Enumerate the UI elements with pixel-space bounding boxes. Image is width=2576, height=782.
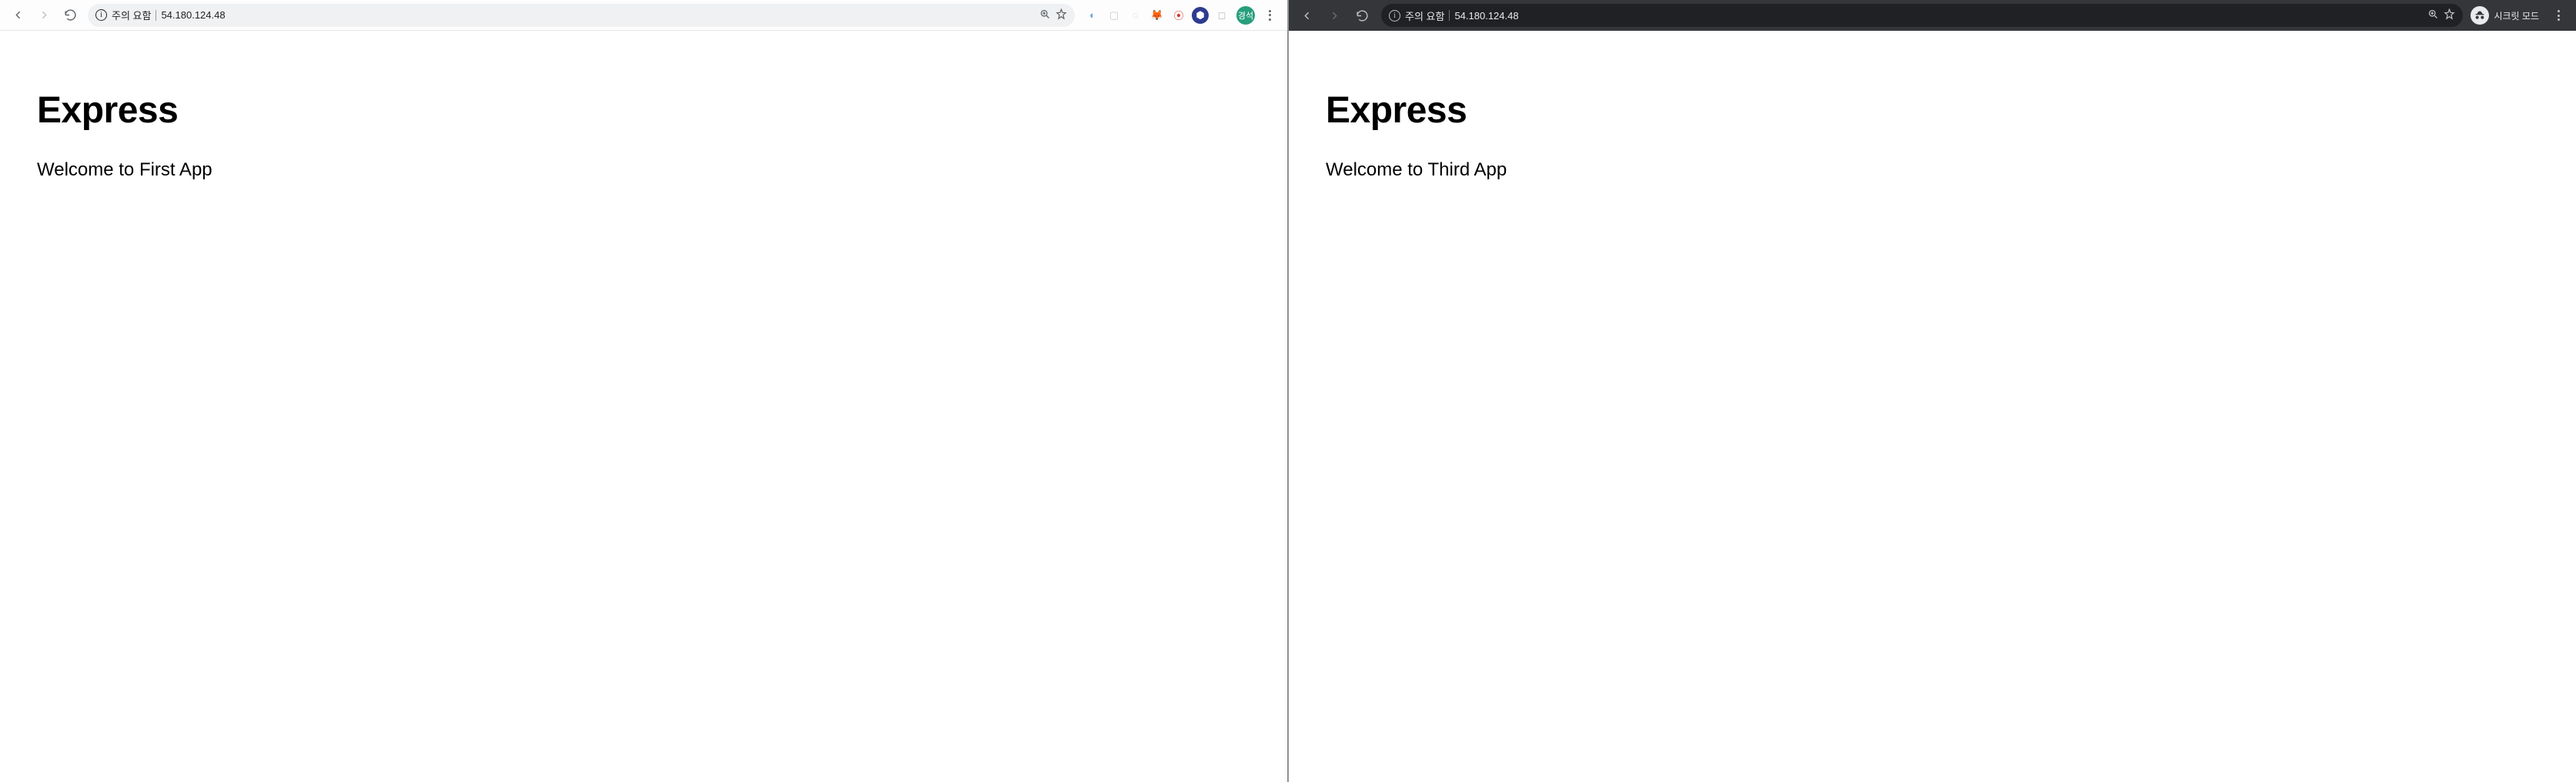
address-bar[interactable]: i 주의 요함 54.180.124.48 [1381, 4, 2463, 27]
extension-icon-3[interactable]: ◌ [1127, 7, 1144, 24]
info-icon: i [1389, 10, 1400, 22]
welcome-text: Welcome to Third App [1326, 159, 2539, 181]
profile-avatar[interactable]: 경석 [1236, 6, 1255, 25]
address-bar[interactable]: i 주의 요함 54.180.124.48 [88, 4, 1075, 27]
incognito-label: 시크릿 모드 [2494, 9, 2539, 22]
info-icon: i [95, 9, 107, 21]
url-text: 54.180.124.48 [1454, 10, 2423, 22]
extension-icon-1[interactable]: ◐ [1084, 7, 1101, 24]
page-heading: Express [1326, 89, 2539, 132]
extension-icon-4[interactable]: 🦊 [1149, 7, 1166, 24]
incognito-icon [2471, 6, 2489, 25]
extension-icon-7[interactable]: ◻ [1213, 7, 1230, 24]
extension-icon-5[interactable]: ⦿ [1170, 7, 1187, 24]
back-button[interactable] [6, 4, 29, 27]
kebab-icon [2558, 10, 2560, 21]
security-notice: 주의 요함 [1405, 8, 1444, 23]
extension-icon-6[interactable]: ⬢ [1192, 7, 1209, 24]
bookmark-star-icon[interactable] [2444, 8, 2455, 22]
bookmark-star-icon[interactable] [1055, 8, 1067, 22]
menu-button[interactable] [1258, 4, 1281, 27]
toolbar: i 주의 요함 54.180.124.48 ◐ ▢ ◌ 🦊 ⦿ ⬢ ◻ 경석 [0, 0, 1287, 31]
welcome-text: Welcome to First App [37, 159, 1250, 181]
forward-button[interactable] [1323, 4, 1346, 27]
reload-button[interactable] [59, 4, 82, 27]
extension-icon-2[interactable]: ▢ [1106, 7, 1122, 24]
reload-button[interactable] [1350, 4, 1373, 27]
kebab-icon [1269, 10, 1271, 21]
back-button[interactable] [1295, 4, 1318, 27]
extensions-row: ◐ ▢ ◌ 🦊 ⦿ ⬢ ◻ [1081, 7, 1233, 24]
incognito-indicator[interactable]: 시크릿 모드 [2471, 6, 2542, 25]
page-content: Express Welcome to First App [0, 31, 1287, 782]
page-heading: Express [37, 89, 1250, 132]
page-content: Express Welcome to Third App [1289, 31, 2576, 782]
omnibar-separator [1449, 10, 1450, 21]
toolbar: i 주의 요함 54.180.124.48 시크릿 모드 [1289, 0, 2576, 31]
zoom-icon[interactable] [2427, 8, 2439, 22]
zoom-icon[interactable] [1039, 8, 1051, 22]
browser-window-left: i 주의 요함 54.180.124.48 ◐ ▢ ◌ 🦊 ⦿ ⬢ ◻ 경석 [0, 0, 1289, 782]
url-text: 54.180.124.48 [161, 9, 1035, 21]
forward-button[interactable] [32, 4, 55, 27]
profile-avatar-label: 경석 [1238, 9, 1253, 22]
browser-window-right: i 주의 요함 54.180.124.48 시크릿 모드 Express Wel… [1289, 0, 2576, 782]
menu-button[interactable] [2547, 4, 2570, 27]
security-notice: 주의 요함 [112, 8, 151, 22]
